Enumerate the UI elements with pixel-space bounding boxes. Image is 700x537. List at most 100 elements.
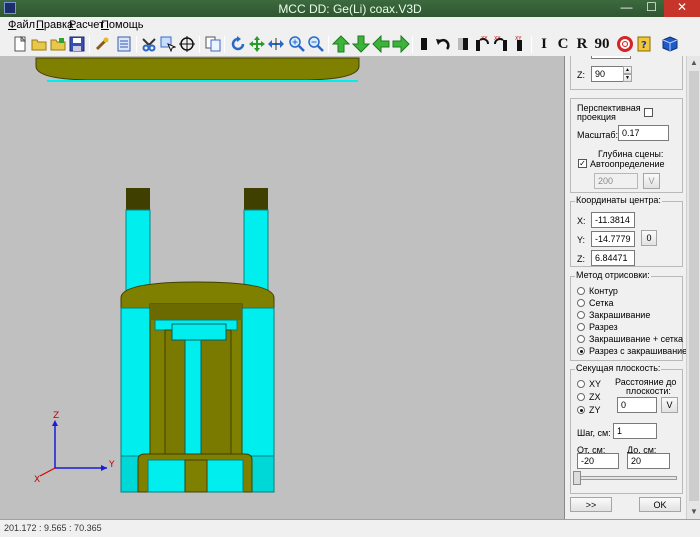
menu-file[interactable]: Файл (8, 19, 35, 31)
arrow-up-icon[interactable] (331, 34, 351, 54)
center-y-field[interactable]: -14.7779 (591, 231, 635, 247)
scroll-up-icon[interactable]: ▲ (687, 56, 700, 70)
render-section-fill-radio[interactable] (577, 347, 585, 355)
lifebuoy-icon[interactable] (615, 34, 635, 54)
arrow-left-icon[interactable] (371, 34, 391, 54)
step-field[interactable]: 1 (613, 423, 657, 439)
letter-i-button[interactable]: I (534, 34, 554, 54)
center-x-field[interactable]: -11.3814 (591, 212, 635, 228)
rotate-icon[interactable] (228, 34, 248, 54)
render-fill-mesh-radio[interactable] (577, 335, 585, 343)
minimize-button[interactable]: — (614, 0, 639, 17)
render-section-radio[interactable] (577, 323, 585, 331)
render-mesh-radio[interactable] (577, 299, 585, 307)
section-slider-thumb[interactable] (573, 471, 581, 485)
render-mesh-label: Сетка (589, 298, 614, 308)
cut-tool-icon[interactable] (139, 34, 159, 54)
plane-zy-radio[interactable] (577, 406, 585, 414)
section-group: Секущая плоскость: XY ZX ZY Расстояние д… (570, 363, 683, 494)
rotate-xy-left-icon[interactable]: XY (472, 34, 492, 54)
half-bar-icon[interactable] (453, 34, 473, 54)
rotate-x-icon[interactable]: XY (510, 34, 530, 54)
maximize-button[interactable]: ☐ (639, 0, 664, 17)
ok-button[interactable]: OK (639, 497, 681, 512)
depth-field[interactable]: 200 (594, 173, 638, 189)
rotation-y-field-partial[interactable] (591, 56, 631, 59)
status-coordinates: 201.172 : 9.565 : 70.365 (4, 523, 102, 533)
rotate-90-button[interactable]: 90 (591, 34, 613, 54)
3d-viewport[interactable]: Z Y X (0, 56, 565, 519)
plane-xy-radio[interactable] (577, 380, 585, 388)
copy-icon[interactable] (203, 34, 223, 54)
center-z-field[interactable]: 6.84471 (591, 250, 635, 266)
bar-icon[interactable] (414, 34, 434, 54)
rotate-xy-right-icon[interactable]: XY (491, 34, 511, 54)
panel-scrollbar[interactable]: ▲ ▼ (686, 56, 700, 519)
tool-wand-icon[interactable] (92, 34, 112, 54)
view-group: Перспективная проекция Масштаб: 0.17 Глу… (570, 98, 683, 193)
depth-auto-label: Автоопределение (590, 159, 665, 169)
center-reset-button[interactable]: 0 (641, 230, 657, 246)
render-fill-mesh-label: Закрашивание + сетка (589, 334, 684, 344)
distance-label-2: плоскости: (626, 386, 671, 396)
zoom-in-icon[interactable] (287, 34, 307, 54)
undo-arc-icon[interactable] (433, 34, 453, 54)
center-title: Координаты центра: (575, 195, 662, 205)
menu-edit[interactable]: Правка (36, 19, 73, 31)
menu-calc[interactable]: Расчет (69, 19, 104, 31)
olive-cylinder-top (150, 304, 242, 320)
select-tool-icon[interactable] (158, 34, 178, 54)
properties-icon[interactable] (114, 34, 134, 54)
center-z-label: Z: (577, 254, 585, 264)
cube-icon[interactable] (660, 34, 680, 54)
section-title: Секущая плоскость: (575, 363, 662, 373)
distance-apply-button[interactable]: V (661, 397, 678, 413)
fit-width-icon[interactable] (266, 34, 286, 54)
plane-zx-radio[interactable] (577, 393, 585, 401)
menu-bar: Файл Правка Расчет Помощь (0, 17, 700, 33)
depth-auto-checkbox[interactable]: ✓ (578, 159, 587, 168)
from-field[interactable]: -20 (577, 453, 619, 469)
to-field[interactable]: 20 (627, 453, 670, 469)
depth-apply-button[interactable]: V (643, 173, 660, 189)
new-file-icon[interactable] (10, 34, 30, 54)
bottom-core (184, 459, 208, 493)
crosshair-icon[interactable] (177, 34, 197, 54)
status-bar: 201.172 : 9.565 : 70.365 (0, 519, 700, 537)
rotation-z-up[interactable]: ▲ (623, 66, 632, 74)
axis-x-label: X (34, 475, 40, 485)
save-icon[interactable] (67, 34, 87, 54)
svg-text:XY: XY (494, 36, 501, 42)
step-label: Шаг, см: (577, 428, 611, 438)
title-bar: MCC DD: Ge(Li) coax.V3D — ☐ ✕ (0, 0, 700, 17)
scale-label: Масштаб: (577, 130, 619, 140)
projection-checkbox[interactable] (644, 108, 653, 117)
letter-c-button[interactable]: C (553, 34, 573, 54)
help-book-icon[interactable]: ? (634, 34, 654, 54)
next-button[interactable]: >> (570, 497, 612, 512)
distance-field[interactable]: 0 (617, 397, 657, 413)
move-all-icon[interactable] (247, 34, 267, 54)
menu-help[interactable]: Помощь (101, 19, 144, 31)
scale-field[interactable]: 0.17 (618, 125, 669, 141)
scroll-down-icon[interactable]: ▼ (687, 505, 700, 519)
close-button[interactable]: ✕ (664, 0, 700, 17)
plane-zx-label: ZX (589, 392, 601, 402)
section-slider-track[interactable] (577, 476, 677, 480)
render-fill-radio[interactable] (577, 311, 585, 319)
render-contour-label: Контур (589, 286, 618, 296)
arrow-right-icon[interactable] (391, 34, 411, 54)
center-group: Координаты центра: X: -11.3814 Y: -14.77… (570, 195, 683, 267)
crystal-contact (171, 323, 227, 341)
arrow-down-icon[interactable] (351, 34, 371, 54)
open-folder-icon[interactable] (29, 34, 49, 54)
zoom-out-icon[interactable] (306, 34, 326, 54)
dome-cap (35, 57, 360, 81)
render-contour-radio[interactable] (577, 287, 585, 295)
scroll-thumb[interactable] (689, 71, 699, 501)
open-recent-icon[interactable] (48, 34, 68, 54)
plane-xy-label: XY (589, 379, 602, 389)
letter-r-button[interactable]: R (572, 34, 592, 54)
rotation-z-down[interactable]: ▼ (623, 74, 632, 82)
axis-y-label: Y (108, 460, 115, 470)
